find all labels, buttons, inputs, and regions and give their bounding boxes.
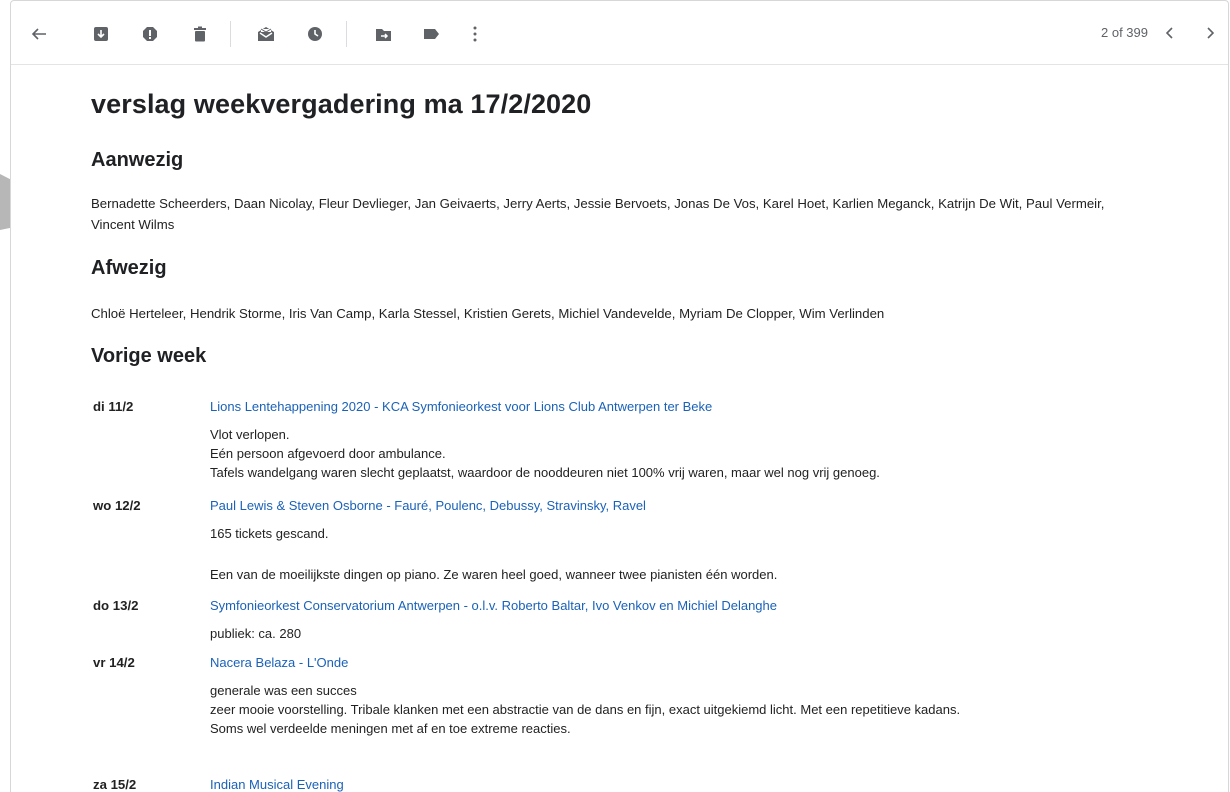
delete-button[interactable] bbox=[185, 19, 215, 49]
snooze-icon bbox=[308, 27, 322, 41]
archive-icon bbox=[94, 27, 108, 41]
event-date: wo 12/2 bbox=[93, 498, 141, 513]
more-options-icon bbox=[473, 26, 477, 42]
present-line: Vincent Wilms bbox=[91, 217, 175, 232]
older-button[interactable] bbox=[1196, 19, 1224, 47]
event-note: generale was een succes bbox=[210, 683, 357, 698]
arrow-left-icon bbox=[31, 28, 46, 40]
event-date: do 13/2 bbox=[93, 598, 139, 613]
toolbar: 2 of 399 bbox=[11, 1, 1228, 65]
move-to-button[interactable] bbox=[368, 19, 398, 49]
event-date: di 11/2 bbox=[93, 399, 134, 414]
report-spam-button[interactable] bbox=[135, 19, 165, 49]
chevron-right-icon bbox=[1207, 27, 1214, 39]
toolbar-divider bbox=[346, 21, 347, 47]
event-note: publiek: ca. 280 bbox=[210, 626, 302, 641]
report-spam-icon bbox=[143, 27, 157, 41]
mark-unread-button[interactable] bbox=[251, 19, 281, 49]
label-button[interactable] bbox=[416, 19, 446, 49]
toolbar-divider bbox=[230, 21, 231, 47]
present-list: Bernadette Scheerders, Daan Nicolay, Fle… bbox=[91, 193, 1216, 235]
event-note: Vlot verlopen. bbox=[210, 427, 290, 442]
event-date: za 15/2 bbox=[93, 777, 137, 792]
newer-button[interactable] bbox=[1156, 19, 1184, 47]
email-view: 2 of 399 verslag weekvergadering ma 17/2… bbox=[10, 0, 1229, 792]
event-link[interactable]: Symfonieorkest Conservatorium Antwerpen … bbox=[210, 598, 777, 613]
event-link[interactable]: Paul Lewis & Steven Osborne - Fauré, Pou… bbox=[210, 498, 646, 513]
archive-button[interactable] bbox=[86, 19, 116, 49]
event-note: Tafels wandelgang waren slecht geplaatst… bbox=[210, 465, 880, 480]
event-note: Een van de moeilijkste dingen op piano. … bbox=[210, 567, 778, 582]
mark-unread-icon bbox=[258, 27, 274, 41]
event-note: Soms wel verdeelde meningen met af en to… bbox=[210, 721, 571, 736]
chevron-left-icon bbox=[1166, 27, 1173, 39]
section-heading-absent: Afwezig bbox=[91, 257, 167, 279]
snooze-button[interactable] bbox=[300, 19, 330, 49]
label-icon bbox=[423, 29, 439, 39]
move-to-icon bbox=[375, 28, 391, 41]
more-options-button[interactable] bbox=[460, 19, 490, 49]
event-note: 165 tickets gescand. bbox=[210, 526, 329, 541]
back-button[interactable] bbox=[24, 19, 54, 49]
event-link[interactable]: Indian Musical Evening bbox=[210, 777, 344, 792]
event-note: zeer mooie voorstelling. Tribale klanken… bbox=[210, 702, 961, 717]
absent-list: Chloë Herteleer, Hendrik Storme, Iris Va… bbox=[91, 306, 885, 321]
event-link[interactable]: Lions Lentehappening 2020 - KCA Symfonie… bbox=[210, 399, 712, 414]
event-link[interactable]: Nacera Belaza - L'Onde bbox=[210, 655, 348, 670]
message-counter: 2 of 399 bbox=[1101, 25, 1148, 40]
present-line: Bernadette Scheerders, Daan Nicolay, Fle… bbox=[91, 196, 1105, 211]
section-heading-present: Aanwezig bbox=[91, 149, 184, 171]
section-heading-previous-week: Vorige week bbox=[91, 345, 207, 367]
delete-icon bbox=[194, 26, 206, 42]
event-date: vr 14/2 bbox=[93, 655, 135, 670]
event-note: Eén persoon afgevoerd door ambulance. bbox=[210, 446, 446, 461]
email-subject: verslag weekvergadering ma 17/2/2020 bbox=[91, 89, 592, 119]
